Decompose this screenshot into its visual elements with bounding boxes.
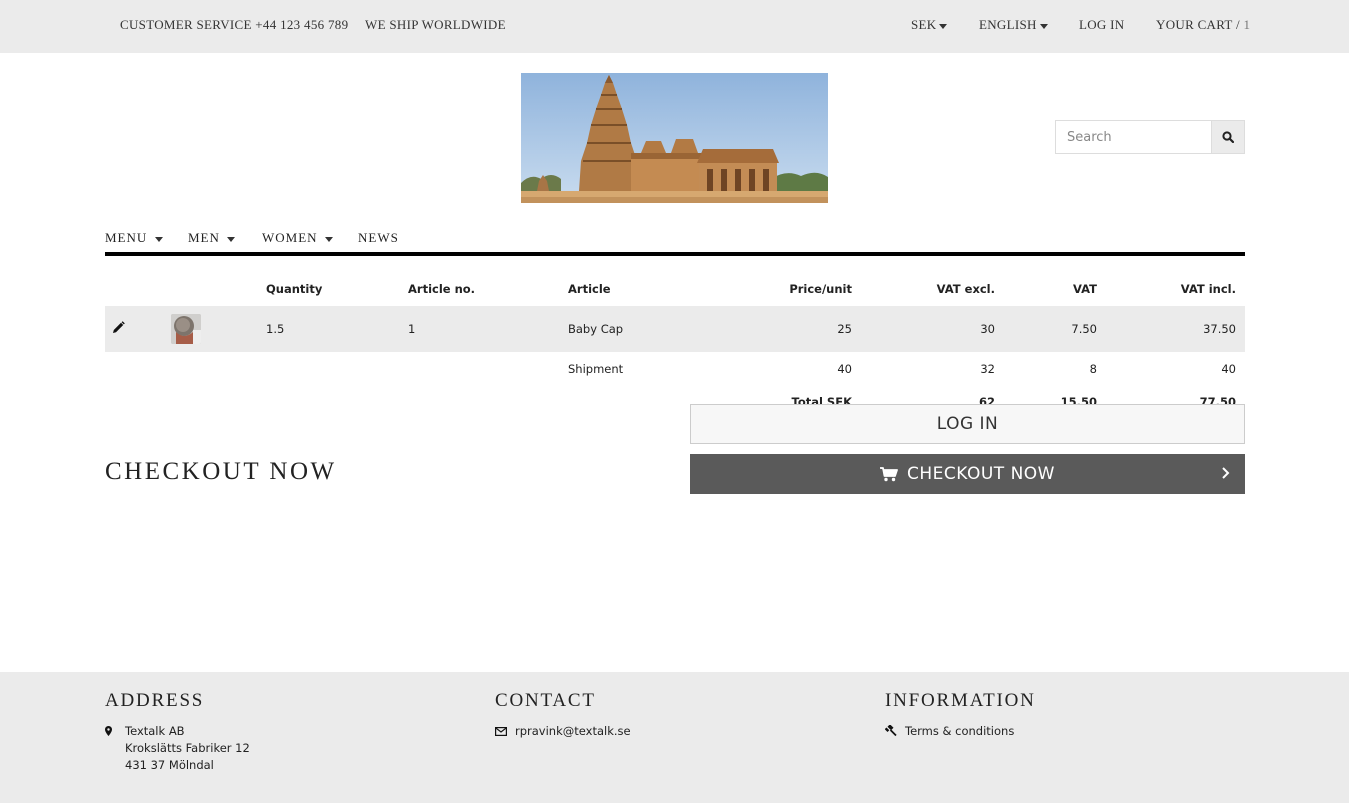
- col-header-vat: VAT: [1073, 282, 1097, 296]
- nav-item-label: MEN: [188, 230, 220, 245]
- shipment-label: Shipment: [568, 362, 624, 376]
- terms-link[interactable]: Terms & conditions: [905, 724, 1014, 738]
- address-line-1: Textalk AB: [125, 724, 185, 738]
- footer-address-heading: ADDRESS: [105, 690, 205, 711]
- checkout-button-label: CHECKOUT NOW: [906, 464, 1055, 484]
- edit-item-button[interactable]: [112, 321, 125, 337]
- caret-down-icon: [227, 236, 236, 242]
- shipment-vat-excl: 32: [980, 362, 995, 376]
- cell-article-no: 1: [408, 322, 416, 336]
- footer: ADDRESS Textalk AB Krokslätts Fabriker 1…: [0, 672, 1349, 803]
- nav-item-menu[interactable]: MENU: [105, 230, 163, 246]
- language-label: ENGLISH: [979, 17, 1037, 32]
- caret-down-icon: [939, 23, 948, 29]
- contact-email-link[interactable]: rpravink@textalk.se: [515, 724, 631, 738]
- shipment-vat-incl: 40: [1221, 362, 1236, 376]
- nav-item-label: MENU: [105, 230, 148, 245]
- caret-down-icon: [324, 236, 333, 242]
- customer-service-text: CUSTOMER SERVICE +44 123 456 789: [120, 17, 349, 32]
- nav-item-men[interactable]: MEN: [188, 230, 236, 246]
- top-bar: CUSTOMER SERVICE +44 123 456 789 WE SHIP…: [0, 0, 1349, 53]
- envelope-icon: [495, 727, 507, 736]
- main-nav: MENU MEN WOMEN NEWS: [105, 228, 1245, 256]
- col-header-quantity: Quantity: [266, 282, 323, 296]
- nav-item-label: WOMEN: [262, 230, 318, 245]
- address-line-3: 431 37 Mölndal: [125, 758, 214, 772]
- col-header-vat-incl: VAT incl.: [1180, 282, 1236, 296]
- shipment-vat: 8: [1089, 362, 1097, 376]
- footer-information-heading: INFORMATION: [885, 690, 1036, 711]
- product-thumbnail[interactable]: [171, 314, 201, 344]
- col-header-vat-excl: VAT excl.: [936, 282, 995, 296]
- currency-label: SEK: [911, 17, 937, 32]
- nav-item-women[interactable]: WOMEN: [262, 230, 333, 246]
- search-icon: [1222, 131, 1234, 143]
- footer-contact-heading: CONTACT: [495, 690, 596, 711]
- col-header-price-unit: Price/unit: [789, 282, 852, 296]
- login-link[interactable]: LOG IN: [1079, 17, 1125, 33]
- col-header-article: Article: [568, 282, 611, 296]
- currency-selector[interactable]: SEK: [911, 17, 948, 33]
- cell-article: Baby Cap: [568, 322, 624, 336]
- search-input[interactable]: [1056, 121, 1212, 153]
- shipping-info-text: WE SHIP WORLDWIDE: [365, 17, 506, 32]
- chevron-right-icon: [1222, 467, 1230, 479]
- search-box: [1055, 120, 1245, 154]
- col-header-article-no: Article no.: [408, 282, 476, 296]
- cell-quantity: 1.5: [266, 322, 285, 336]
- gavel-icon: [885, 725, 897, 737]
- cart-icon: [879, 466, 898, 481]
- cell-vat-excl: 30: [980, 322, 995, 336]
- checkout-heading: CHECKOUT NOW: [105, 458, 337, 485]
- language-selector[interactable]: ENGLISH: [979, 17, 1048, 33]
- caret-down-icon: [154, 236, 163, 242]
- cell-vat-incl: 37.50: [1203, 322, 1236, 336]
- search-button[interactable]: [1211, 121, 1244, 153]
- shipment-price-unit: 40: [837, 362, 852, 376]
- cell-price-unit: 25: [837, 322, 852, 336]
- nav-item-news[interactable]: NEWS: [358, 230, 399, 246]
- pencil-icon: [113, 321, 125, 333]
- cell-vat: 7.50: [1071, 322, 1097, 336]
- product-image: [171, 314, 201, 344]
- site-logo[interactable]: [521, 73, 828, 203]
- cart-link[interactable]: YOUR CART / 1: [1156, 17, 1250, 33]
- login-button-label: LOG IN: [936, 414, 999, 434]
- cart-link-label: YOUR CART /: [1156, 17, 1240, 32]
- logo-image: [521, 73, 828, 203]
- checkout-button[interactable]: CHECKOUT NOW: [690, 454, 1245, 494]
- login-button[interactable]: LOG IN: [690, 404, 1245, 444]
- address-line-2: Krokslätts Fabriker 12: [125, 741, 250, 755]
- caret-down-icon: [1039, 23, 1048, 29]
- cart-count: 1: [1243, 17, 1251, 32]
- map-marker-icon: [105, 726, 112, 736]
